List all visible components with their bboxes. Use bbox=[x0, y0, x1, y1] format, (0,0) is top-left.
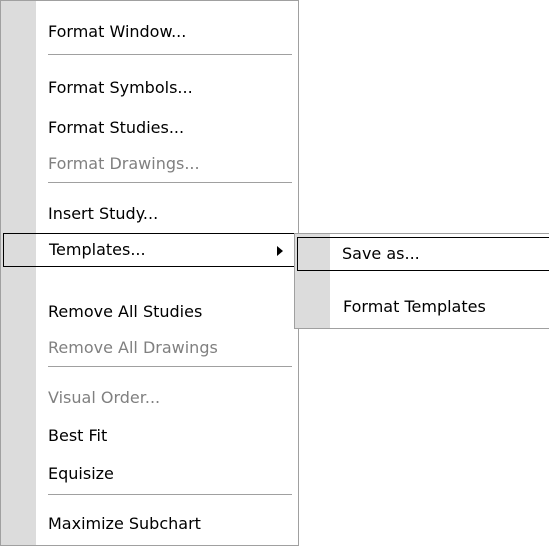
menu-item-label: Format Drawings... bbox=[48, 154, 200, 173]
submenu-item-save-as[interactable]: Save as... bbox=[297, 237, 549, 271]
menu-item-label: Insert Study... bbox=[48, 204, 159, 223]
menu-item-label: Remove All Drawings bbox=[48, 338, 218, 357]
menu-item-label: Format Symbols... bbox=[48, 78, 193, 97]
menu-item-format-symbols[interactable]: Format Symbols... bbox=[37, 71, 298, 105]
menu-item-format-studies[interactable]: Format Studies... bbox=[37, 111, 298, 145]
menu-item-format-window[interactable]: Format Window... bbox=[37, 15, 298, 49]
submenu-item-label: Save as... bbox=[342, 244, 420, 263]
menu-item-label: Format Window... bbox=[48, 22, 187, 41]
menu-item-maximize-subchart[interactable]: Maximize Subchart bbox=[37, 507, 298, 541]
menu-item-insert-study[interactable]: Insert Study... bbox=[37, 197, 298, 231]
submenu-item-label: Format Templates bbox=[343, 297, 486, 316]
menu-item-label: Visual Order... bbox=[48, 388, 161, 407]
templates-submenu: Save as... Format Templates bbox=[294, 233, 549, 329]
menu-item-label: Best Fit bbox=[48, 426, 108, 445]
menu-item-label: Maximize Subchart bbox=[48, 514, 201, 533]
menu-item-label: Format Studies... bbox=[48, 118, 185, 137]
menu-separator bbox=[48, 54, 292, 56]
menu-item-remove-all-drawings: Remove All Drawings bbox=[37, 331, 298, 365]
menu-icon-strip bbox=[1, 1, 36, 545]
menu-item-format-drawings: Format Drawings... bbox=[37, 147, 298, 181]
menu-separator bbox=[48, 494, 292, 496]
menu-item-label: Remove All Studies bbox=[48, 302, 203, 321]
menu-item-visual-order: Visual Order... bbox=[37, 381, 298, 415]
menu-separator bbox=[48, 182, 292, 184]
menu-item-remove-all-studies[interactable]: Remove All Studies bbox=[37, 295, 298, 329]
menu-item-best-fit[interactable]: Best Fit bbox=[37, 419, 298, 453]
menu-item-label: Templates... bbox=[49, 240, 146, 259]
submenu-item-format-templates[interactable]: Format Templates bbox=[331, 290, 549, 324]
menu-item-label: Equisize bbox=[48, 464, 114, 483]
menu-item-templates[interactable]: Templates... bbox=[3, 233, 296, 267]
menu-separator bbox=[48, 366, 292, 368]
menu-item-equisize[interactable]: Equisize bbox=[37, 457, 298, 491]
submenu-arrow-icon bbox=[277, 246, 283, 256]
context-menu: Format Window... Format Symbols... Forma… bbox=[0, 0, 299, 546]
